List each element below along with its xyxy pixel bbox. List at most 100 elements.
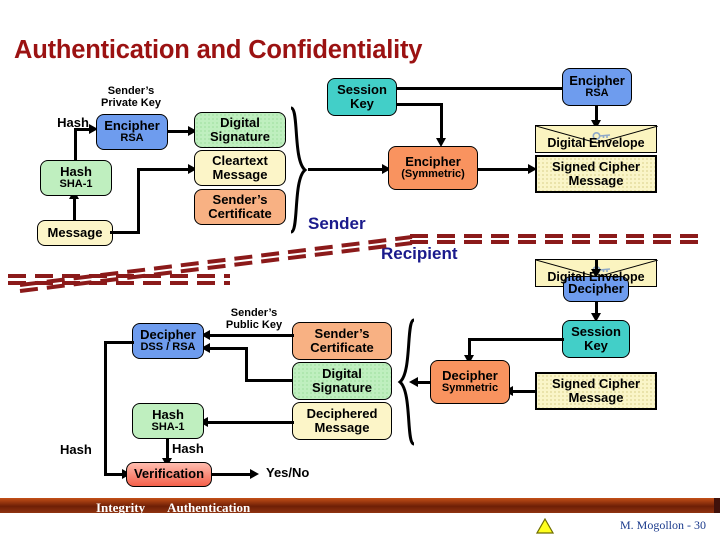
box-session-key-sender-line1: Session [337,81,387,97]
page-credit: M. Mogollon - 30 [619,518,706,532]
box-encipher-rsa-key[interactable]: Encipher RSA [562,68,632,106]
box-senders-certificate-recipient-line1: Sender’s [314,325,370,341]
box-signed-cipher-message-recipient-line1: Signed Cipher [551,375,641,391]
box-digital-signature-sender-line2: Signature [210,129,270,144]
connector-session-key-to-encipher-rsa [396,87,563,90]
box-senders-certificate-sender-line2: Certificate [208,206,272,221]
connector-cert-to-decipher-dss [208,334,294,337]
box-signed-cipher-message-sender-line1: Signed Cipher [551,158,641,174]
box-senders-certificate-sender[interactable]: Sender’s Certificate [194,189,286,225]
box-decipher-symmetric-line1: Decipher [442,368,498,384]
box-message-line1: Message [47,224,103,240]
connector-message-right [110,231,140,234]
digital-envelope-sender[interactable]: Digital Envelope [535,125,658,153]
connector-signature-up [245,347,248,382]
box-encipher-symmetric-line2: (Symmetric) [401,168,465,181]
connector-session-key-down [440,103,443,140]
box-hash-sha1-sender[interactable]: Hash SHA-1 [40,160,112,196]
box-decipher-symmetric[interactable]: Decipher Symmetric [430,360,510,404]
senders-public-key-line2: Public Key [225,318,283,331]
digital-envelope-sender-label: Digital Envelope [547,136,645,150]
box-signed-cipher-message-recipient[interactable]: Signed Cipher Message [535,372,657,410]
box-session-key-sender-line2: Key [350,96,374,111]
connector-signature-left [245,379,293,382]
box-senders-certificate-recipient[interactable]: Sender’s Certificate [292,322,392,360]
box-session-key-sender[interactable]: Session Key [327,78,397,116]
box-signed-cipher-message-recipient-line2: Message [568,390,624,405]
footer-labels: Integrity Authentication [96,500,250,516]
connector-message-to-hash [73,198,76,221]
box-decipher-dss-rsa-line1: Decipher [140,327,196,343]
hash-left-label: Hash [60,442,92,457]
footer-bar-cap [714,498,720,513]
box-session-key-recipient-line1: Session [571,323,621,339]
box-digital-signature-recipient-line1: Digital [322,365,362,381]
connector-session-key-left [468,338,564,341]
box-cleartext-message-line1: Cleartext [212,152,268,168]
senders-public-key-label: Sender’s Public Key [208,307,300,331]
senders-private-key-line2: Private Key [101,96,161,109]
box-encipher-rsa-sign[interactable]: Encipher RSA [96,114,168,150]
box-verification[interactable]: Verification [126,462,212,487]
label-sender: Sender [308,214,366,233]
box-encipher-symmetric[interactable]: Encipher (Symmetric) [388,146,478,190]
connector-session-key-right [396,103,443,106]
hash-mid-label: Hash [172,441,204,456]
senders-public-key-line1: Sender’s [230,307,278,319]
senders-private-key-label: Sender’s Private Key [76,85,186,109]
slide-canvas: Authentication and Confidentiality Sende… [0,0,720,540]
connector-message-to-cleartext [137,168,192,171]
box-deciphered-message-line2: Message [314,420,370,435]
connector-hash-to-verification [166,438,169,460]
connector-hash-up [74,128,77,161]
box-senders-certificate-recipient-line2: Certificate [310,340,374,355]
box-encipher-symmetric-line1: Encipher [405,154,461,170]
box-digital-signature-recipient-line2: Signature [312,380,372,395]
box-encipher-rsa-sign-line2: RSA [120,132,144,145]
box-encipher-rsa-key-line1: Encipher [569,73,625,89]
box-signed-cipher-message-sender[interactable]: Signed Cipher Message [535,155,657,193]
box-digital-signature-sender[interactable]: Digital Signature [194,112,286,148]
box-hash-sha1-recipient-line1: Hash [152,407,184,423]
footer-label-integrity: Integrity [96,500,146,515]
box-cleartext-message[interactable]: Cleartext Message [194,150,286,186]
box-hash-sha1-sender-line1: Hash [60,164,92,180]
label-recipient: Recipient [381,244,458,263]
digital-envelope-recipient-label: Digital Envelope [547,270,645,284]
box-verification-line1: Verification [133,466,205,482]
box-deciphered-message-line1: Deciphered [306,405,378,421]
box-decipher-dss-rsa-line2: DSS / RSA [140,341,196,354]
connector-signature-to-decipher-dss [208,347,247,350]
box-session-key-recipient-line2: Key [584,338,608,353]
page-title: Authentication and Confidentiality [14,36,423,64]
box-message[interactable]: Message [37,220,113,246]
connector-encipher-symmetric-to-cipher [477,168,532,171]
box-decipher-dss-rsa[interactable]: Decipher DSS / RSA [132,323,204,359]
connector-decipher-dss-down [104,341,107,476]
connector-decipher-dss-left [104,341,134,344]
connector-message-up [137,168,140,233]
box-hash-sha1-sender-line2: SHA-1 [59,178,93,191]
arrowhead-verification-to-result [250,469,259,479]
connector-deciphered-to-hash [206,421,294,424]
brace-sender-bundle [287,106,309,234]
label-yes-no: Yes/No [266,465,310,480]
connector-cipher-to-decipher-symmetric [511,390,537,393]
box-decipher-symmetric-line2: Symmetric [441,382,499,395]
box-digital-signature-sender-line1: Digital [220,114,260,130]
footer-label-authentication: Authentication [167,500,251,515]
box-hash-sha1-recipient[interactable]: Hash SHA-1 [132,403,204,439]
box-encipher-rsa-key-line2: RSA [585,87,609,100]
connector-bundle-to-encipher-symmetric [308,168,386,171]
box-signed-cipher-message-sender-line2: Message [568,173,624,188]
box-encipher-rsa-sign-line1: Encipher [104,118,160,134]
box-digital-signature-recipient[interactable]: Digital Signature [292,362,392,400]
brace-recipient-bundle [396,318,418,446]
warning-triangle-icon [535,517,555,539]
box-cleartext-message-line2: Message [212,167,268,182]
connector-verification-to-result [212,473,254,476]
box-session-key-recipient[interactable]: Session Key [562,320,630,358]
box-senders-certificate-sender-line1: Sender’s [212,191,268,207]
box-deciphered-message[interactable]: Deciphered Message [292,402,392,440]
senders-private-key-line1: Sender’s [107,85,155,97]
